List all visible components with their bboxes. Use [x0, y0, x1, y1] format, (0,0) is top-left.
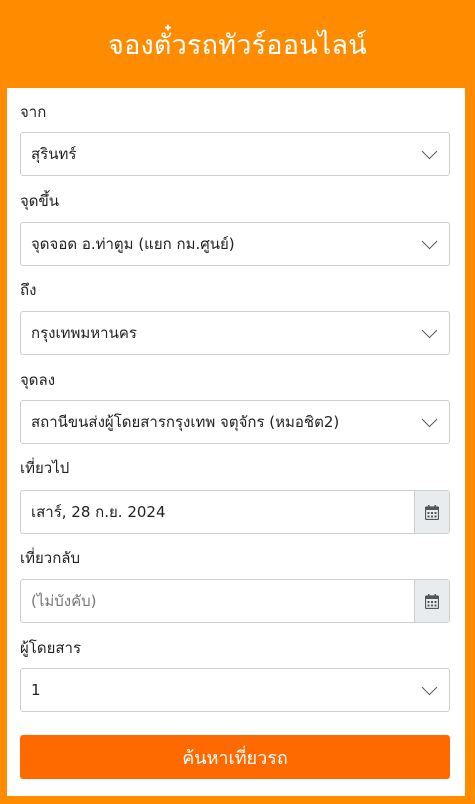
- passengers-label: ผู้โดยสาร: [20, 639, 82, 657]
- depart-date-input[interactable]: เสาร์, 28 ก.ย. 2024: [20, 490, 450, 534]
- booking-form: จาก สุรินทร์ จุดขึ้น จุดจอด อ.ท่าตูม (แย…: [7, 88, 465, 796]
- to-select[interactable]: กรุงเทพมหานคร: [20, 311, 450, 355]
- chevron-down-icon: [421, 143, 438, 159]
- return-date-input[interactable]: (ไม่บังคับ): [20, 579, 450, 623]
- depart-label: เที่ยวไป: [20, 459, 70, 477]
- dropoff-select[interactable]: สถานีขนส่งผู้โดยสารกรุงเทพ จตุจักร (หมอช…: [20, 400, 450, 444]
- pickup-select[interactable]: จุดจอด อ.ท่าตูม (แยก กม.ศูนย์): [20, 222, 450, 266]
- passengers-select[interactable]: 1: [20, 668, 450, 712]
- dropoff-value: สถานีขนส่งผู้โดยสารกรุงเทพ จตุจักร (หมอช…: [31, 413, 340, 431]
- calendar-icon: [425, 593, 439, 609]
- page-title: จองตั๋วรถทัวร์ออนไลน์: [108, 29, 367, 61]
- return-calendar-button[interactable]: [414, 580, 449, 622]
- chevron-down-icon: [421, 679, 438, 695]
- depart-calendar-button[interactable]: [414, 491, 449, 533]
- to-value: กรุงเทพมหานคร: [31, 324, 137, 342]
- from-label: จาก: [20, 103, 47, 121]
- passengers-value: 1: [31, 681, 41, 699]
- pickup-label: จุดขึ้น: [20, 192, 60, 210]
- to-label: ถึง: [20, 281, 37, 299]
- pickup-value: จุดจอด อ.ท่าตูม (แยก กม.ศูนย์): [31, 235, 235, 253]
- header: จองตั๋วรถทัวร์ออนไลน์: [0, 0, 475, 88]
- from-value: สุรินทร์: [31, 145, 77, 163]
- chevron-down-icon: [421, 322, 438, 338]
- calendar-icon: [425, 504, 439, 520]
- search-button[interactable]: ค้นหาเที่ยวรถ: [20, 735, 450, 779]
- depart-value: เสาร์, 28 ก.ย. 2024: [31, 503, 166, 521]
- return-placeholder: (ไม่บังคับ): [31, 592, 97, 610]
- return-label: เที่ยวกลับ: [20, 549, 81, 567]
- from-select[interactable]: สุรินทร์: [20, 132, 450, 176]
- chevron-down-icon: [421, 411, 438, 427]
- dropoff-label: จุดลง: [20, 371, 56, 389]
- chevron-down-icon: [421, 233, 438, 249]
